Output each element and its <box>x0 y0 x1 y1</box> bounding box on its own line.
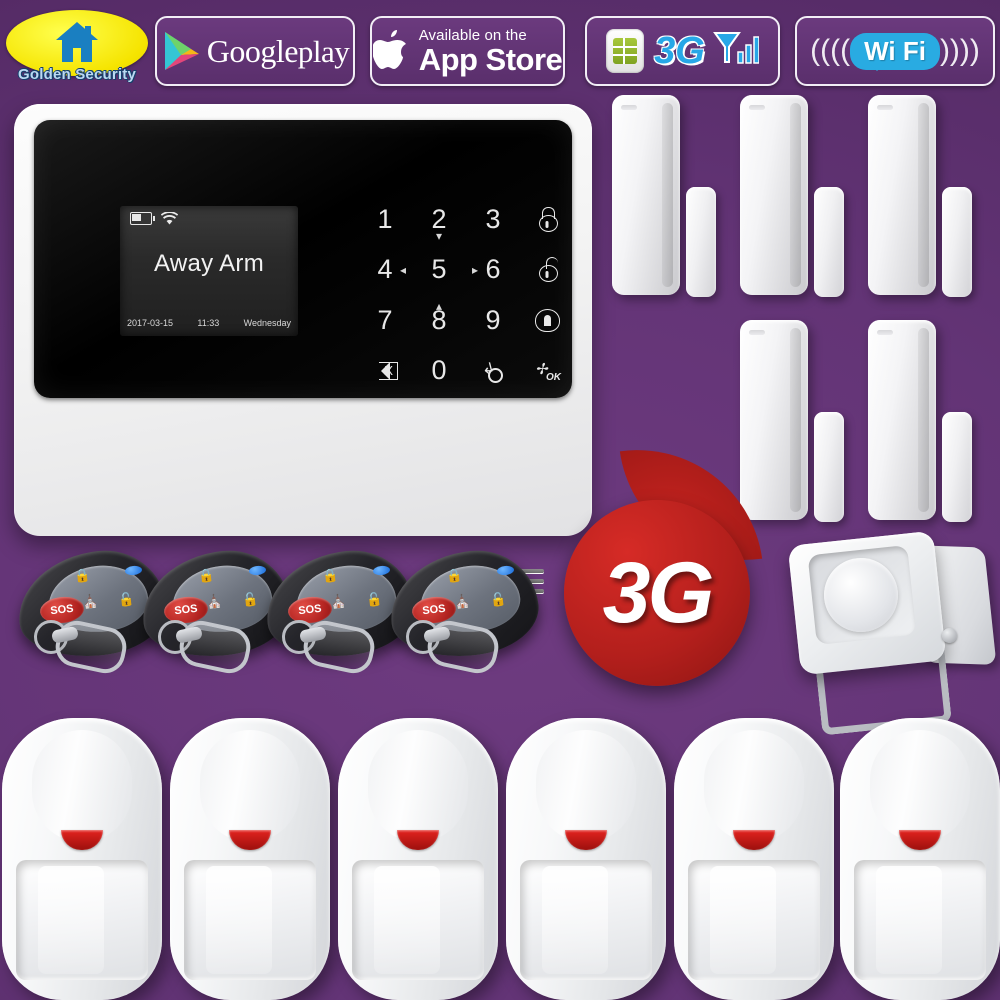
lcd-status-bar <box>130 212 178 225</box>
lock-open-icon: 🔓 <box>489 591 507 608</box>
sim-card-icon <box>606 29 645 73</box>
key-arm-home[interactable] <box>520 295 574 346</box>
key-9[interactable]: 9 <box>466 295 520 346</box>
signal-bars-icon <box>712 32 759 64</box>
key-backspace[interactable]: X <box>358 346 412 397</box>
home-arm-icon <box>534 308 560 332</box>
key-1[interactable]: 1 <box>358 194 412 245</box>
key-disarm[interactable] <box>520 245 574 296</box>
sensor-transmitter <box>740 95 808 295</box>
keypad[interactable]: 1 2 ▾ 3 4 ◂ 5 ▸ 6 7 ▴ 8 9 X 0 ↳ ✢ OK <box>358 194 574 396</box>
pir-motion-detector <box>338 718 498 1000</box>
pir-fresnel-lens <box>520 860 652 980</box>
key-arm-away[interactable] <box>520 194 574 245</box>
pir-fresnel-lens <box>854 860 986 980</box>
3g-network-badge: 3G <box>556 433 763 690</box>
lcd-date: 2017-03-15 <box>127 318 174 328</box>
panel-touch-surface[interactable]: Away Arm 2017-03-15 11:33 Wednesday 1 2 ▾… <box>34 120 572 398</box>
lock-open-icon: 🔓 <box>241 591 259 608</box>
lcd-display: Away Arm 2017-03-15 11:33 Wednesday <box>120 206 298 336</box>
alarm-control-panel[interactable]: Away Arm 2017-03-15 11:33 Wednesday 1 2 ▾… <box>14 104 592 614</box>
apple-logo-icon <box>372 30 406 69</box>
wifi-waves-left-icon: (((( <box>810 34 851 67</box>
app-store-label: Available on the App Store <box>418 26 563 77</box>
pir-motion-detector <box>840 718 1000 1000</box>
brand-logo: Golden Security <box>2 8 152 94</box>
key-settings[interactable]: ↳ <box>466 346 520 397</box>
settings-gear-icon: ↳ <box>483 358 504 384</box>
arrow-down-icon: ▾ <box>435 228 443 243</box>
key-4[interactable]: 4 ◂ <box>358 245 412 296</box>
sensor-magnet <box>814 412 844 522</box>
arrow-left-icon: ◂ <box>399 262 406 277</box>
ok-confirm-icon: ✢ OK <box>535 360 561 383</box>
arrow-right-icon: ▸ <box>472 262 479 277</box>
lock-closed-icon: 🔒 <box>445 567 463 584</box>
key-0[interactable]: 0 <box>412 346 466 397</box>
battery-icon <box>130 212 155 225</box>
pir-motion-detector <box>2 718 162 1000</box>
lock-closed-icon: 🔒 <box>321 567 339 584</box>
sensor-magnet <box>942 412 972 522</box>
google-play-label: Googleplay <box>206 32 350 69</box>
3g-label: 3G <box>654 29 705 72</box>
pir-motion-detector <box>506 718 666 1000</box>
lcd-arm-mode: Away Arm <box>154 250 264 277</box>
key-2[interactable]: 2 ▾ <box>412 194 466 245</box>
badge-bar: Golden Security Googleplay Available on … <box>0 6 1000 90</box>
key-6[interactable]: ▸ 6 <box>466 245 520 296</box>
lcd-weekday: Wednesday <box>243 318 291 328</box>
product-image-stage: Golden Security Googleplay Available on … <box>0 0 1000 1000</box>
lcd-datetime: 2017-03-15 11:33 Wednesday <box>127 318 291 328</box>
pir-fresnel-lens <box>16 860 148 980</box>
wifi-label: Wi Fi <box>850 32 940 71</box>
lock-open-icon <box>537 257 558 283</box>
key-ok[interactable]: ✢ OK <box>520 346 574 397</box>
badge-google-play[interactable]: Googleplay <box>155 16 355 86</box>
sensor-transmitter <box>868 95 936 295</box>
badge-app-store[interactable]: Available on the App Store <box>370 16 565 86</box>
backspace-icon: X <box>372 361 398 380</box>
sensor-transmitter <box>868 320 936 520</box>
sensor-magnet <box>942 187 972 297</box>
outdoor-siren <box>787 528 1000 736</box>
remote-key-fob: 🔒 ⛪ 🔓 SOS <box>384 544 544 677</box>
badge-3g-network[interactable]: 3G <box>585 16 780 86</box>
lock-open-icon: 🔓 <box>117 591 135 608</box>
wifi-icon <box>161 212 178 225</box>
pir-fresnel-lens <box>184 860 316 980</box>
key-8[interactable]: ▴ 8 <box>412 295 466 346</box>
lcd-time: 11:33 <box>197 318 220 328</box>
house-icon <box>56 22 98 62</box>
sensor-magnet <box>686 187 716 297</box>
lock-closed-icon: 🔒 <box>197 567 215 584</box>
key-5[interactable]: 5 <box>412 245 466 296</box>
sensor-magnet <box>814 187 844 297</box>
3g-badge-label: 3G <box>602 544 715 641</box>
key-3[interactable]: 3 <box>466 194 520 245</box>
badge-wifi[interactable]: (((( Wi Fi )))) <box>795 16 995 86</box>
key-7[interactable]: 7 <box>358 295 412 346</box>
pir-fresnel-lens <box>352 860 484 980</box>
pir-motion-detector <box>170 718 330 1000</box>
lock-open-icon: 🔓 <box>365 591 383 608</box>
sensor-transmitter <box>612 95 680 295</box>
siren-pivot-screw <box>942 628 957 643</box>
brand-name: Golden Security <box>17 66 137 83</box>
lock-closed-icon <box>537 206 558 232</box>
lock-closed-icon: 🔒 <box>73 567 91 584</box>
google-play-triangle-icon <box>164 32 199 70</box>
wifi-waves-right-icon: )))) <box>939 34 980 67</box>
arrow-up-icon: ▴ <box>435 299 443 313</box>
pir-motion-detector <box>674 718 834 1000</box>
pir-fresnel-lens <box>688 860 820 980</box>
